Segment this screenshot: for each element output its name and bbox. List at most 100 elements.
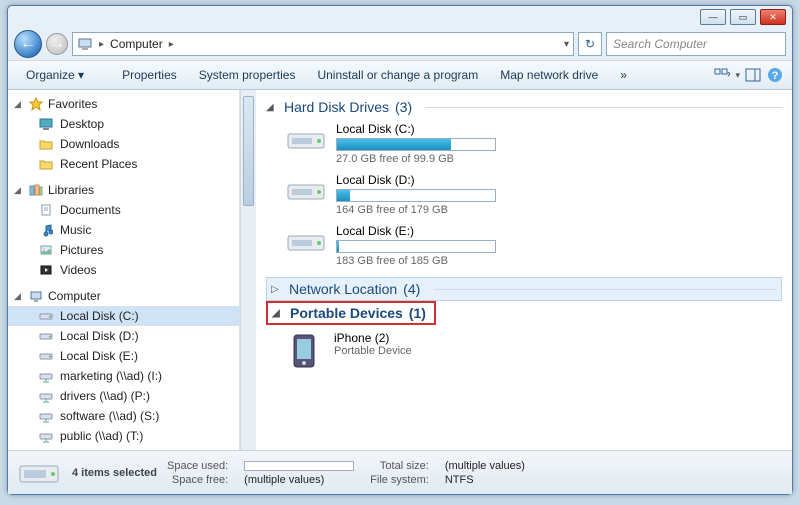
sidebar-item-recent[interactable]: Recent Places [8, 154, 239, 174]
sidebar-item-label: Documents [60, 203, 121, 217]
titlebar: — ▭ ✕ [8, 6, 792, 28]
libraries-group[interactable]: ◢ Libraries [8, 180, 239, 200]
maximize-button[interactable]: ▭ [730, 9, 756, 25]
drive-name: Local Disk (E:) [336, 224, 564, 238]
drive-icon [284, 122, 328, 156]
scrollbar-thumb[interactable] [243, 96, 254, 206]
sidebar-item-videos[interactable]: Videos [8, 260, 239, 280]
sidebar-item-label: Videos [60, 263, 96, 277]
drive-item-c[interactable]: Local Disk (C:) 27.0 GB free of 99.9 GB [284, 122, 564, 165]
sidebar-item-disk-d[interactable]: Local Disk (D:) [8, 326, 239, 346]
network-drive-icon [38, 368, 54, 384]
organize-menu[interactable]: Organize ▾ [16, 65, 94, 85]
back-icon: ← [20, 35, 36, 53]
forward-button[interactable]: → [46, 33, 68, 55]
sidebar-item-desktop[interactable]: Desktop [8, 114, 239, 134]
music-icon [38, 222, 54, 238]
sidebar-item-downloads[interactable]: Downloads [8, 134, 239, 154]
back-button[interactable]: ← [14, 30, 42, 58]
star-icon [28, 96, 44, 112]
group-rule [426, 107, 782, 108]
sidebar-item-music[interactable]: Music [8, 220, 239, 240]
expand-icon: ◢ [14, 185, 24, 196]
device-type: Portable Device [334, 345, 412, 357]
libraries-label: Libraries [48, 183, 94, 197]
expand-icon: ▷ [271, 284, 283, 295]
total-size-value: (multiple values) [445, 460, 525, 472]
drive-item-d[interactable]: Local Disk (D:) 164 GB free of 179 GB [284, 173, 564, 216]
drive-free: 164 GB free of 179 GB [336, 204, 564, 216]
drive-icon [284, 173, 328, 207]
collapse-icon: ◢ [272, 308, 284, 319]
sidebar-item-software[interactable]: software (\\ad) (S:) [8, 406, 239, 426]
svg-text:?: ? [772, 70, 779, 82]
videos-icon [38, 262, 54, 278]
map-drive-button[interactable]: Map network drive [490, 65, 608, 85]
portable-device-item[interactable]: iPhone (2) Portable Device [284, 331, 782, 371]
sidebar-scrollbar[interactable] [240, 90, 256, 450]
sidebar-item-label: Pictures [60, 243, 103, 257]
drive-free: 27.0 GB free of 99.9 GB [336, 153, 564, 165]
sidebar-item-label: Music [60, 223, 91, 237]
sidebar-item-label: Local Disk (D:) [60, 329, 139, 343]
forward-icon: → [49, 35, 65, 53]
group-count: (4) [403, 281, 420, 297]
address-history-dropdown[interactable]: ▾ [564, 39, 569, 50]
sidebar-item-public[interactable]: public (\\ad) (T:) [8, 426, 239, 446]
breadcrumb-current[interactable]: Computer [110, 37, 163, 51]
capacity-bar [336, 240, 496, 253]
nav-pane: ◢ Favorites Desktop Downloads Recent Pla… [8, 90, 240, 450]
sidebar-item-documents[interactable]: Documents [8, 200, 239, 220]
drive-icon [16, 456, 62, 490]
group-hard-disk-drives[interactable]: ◢ Hard Disk Drives (3) [266, 96, 782, 118]
group-portable-devices[interactable]: ◢ Portable Devices (1) [266, 301, 436, 325]
favorites-group[interactable]: ◢ Favorites [8, 94, 239, 114]
sidebar-item-label: marketing (\\ad) (I:) [60, 369, 162, 383]
pictures-icon [38, 242, 54, 258]
properties-button[interactable]: Properties [112, 65, 187, 85]
sidebar-item-label: public (\\ad) (T:) [60, 429, 143, 443]
nav-row: ← → ▸ Computer ▸ ▾ ↻ Search Computer [8, 28, 792, 60]
sidebar-item-disk-c[interactable]: Local Disk (C:) [8, 306, 239, 326]
address-bar[interactable]: ▸ Computer ▸ ▾ [72, 32, 574, 56]
capacity-bar [336, 189, 496, 202]
documents-icon [38, 202, 54, 218]
computer-group[interactable]: ◢ Computer [8, 286, 239, 306]
file-system-label: File system: [370, 474, 429, 486]
selection-count: 4 items selected [72, 467, 157, 479]
toolbar-overflow[interactable]: » [610, 65, 637, 85]
folder-icon [38, 156, 54, 172]
collapse-icon: ◢ [266, 102, 278, 113]
body: ◢ Favorites Desktop Downloads Recent Pla… [8, 90, 792, 450]
drive-icon [38, 328, 54, 344]
minimize-button[interactable]: — [700, 9, 726, 25]
refresh-button[interactable]: ↻ [578, 32, 602, 56]
network-drive-icon [38, 408, 54, 424]
breadcrumb-sep: ▸ [99, 39, 104, 50]
sidebar-item-marketing[interactable]: marketing (\\ad) (I:) [8, 366, 239, 386]
drive-name: Local Disk (C:) [336, 122, 564, 136]
view-options-button[interactable] [713, 66, 731, 84]
group-count: (3) [395, 99, 412, 115]
help-button[interactable]: ? [766, 66, 784, 84]
sidebar-item-pictures[interactable]: Pictures [8, 240, 239, 260]
sidebar-item-drivers[interactable]: drivers (\\ad) (P:) [8, 386, 239, 406]
search-input[interactable]: Search Computer [606, 32, 786, 56]
sidebar-item-disk-e[interactable]: Local Disk (E:) [8, 346, 239, 366]
drive-item-e[interactable]: Local Disk (E:) 183 GB free of 185 GB [284, 224, 564, 267]
preview-pane-button[interactable] [744, 66, 762, 84]
network-drive-icon [38, 388, 54, 404]
close-button[interactable]: ✕ [760, 9, 786, 25]
portable-device-grid: iPhone (2) Portable Device [266, 325, 782, 371]
sidebar-item-label: Recent Places [60, 157, 137, 171]
drive-icon [284, 224, 328, 258]
system-properties-button[interactable]: System properties [189, 65, 306, 85]
group-network-location[interactable]: ▷ Network Location (4) [266, 277, 782, 301]
group-count: (1) [409, 305, 426, 321]
computer-icon [28, 288, 44, 304]
group-label: Portable Devices [290, 305, 403, 321]
details-pane: 4 items selected Space used: Total size:… [8, 450, 792, 494]
explorer-window: — ▭ ✕ ← → ▸ Computer ▸ ▾ ↻ Search Comput… [7, 5, 793, 495]
uninstall-button[interactable]: Uninstall or change a program [307, 65, 488, 85]
network-drive-icon [38, 428, 54, 444]
